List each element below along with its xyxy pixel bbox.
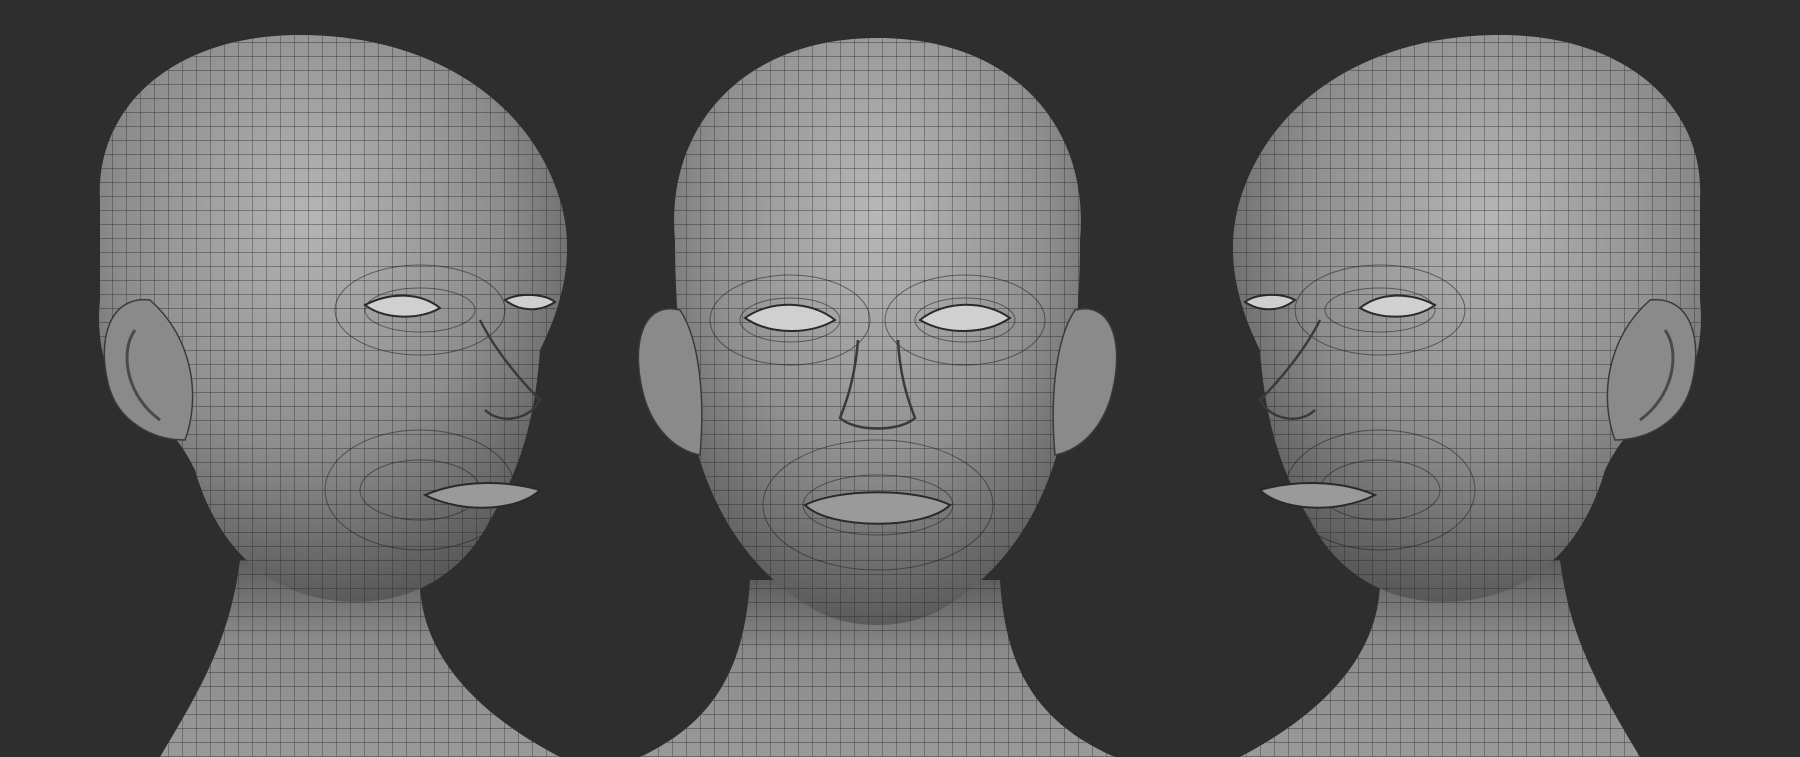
render-canvas [99, 35, 1701, 757]
head-view-three-quarter-right [99, 35, 568, 757]
viewport [0, 0, 1800, 757]
head-view-front [637, 38, 1118, 757]
head-view-three-quarter-left [1232, 35, 1701, 757]
